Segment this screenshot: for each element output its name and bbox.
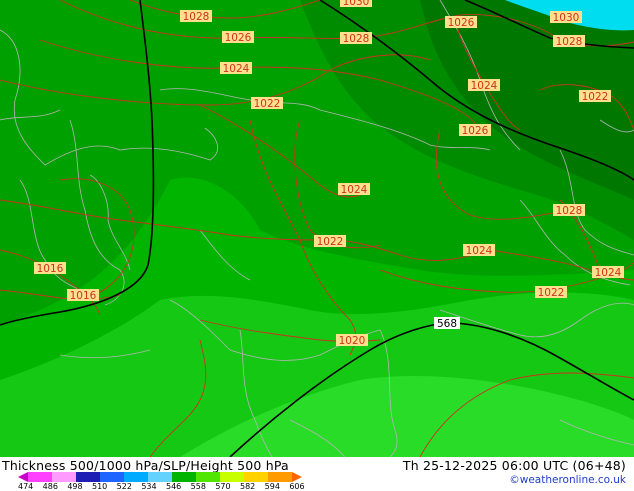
svg-text:1028: 1028 (556, 36, 583, 48)
slp-label: 1028 (180, 10, 212, 23)
svg-text:1026: 1026 (448, 17, 475, 29)
svg-text:1016: 1016 (37, 263, 64, 275)
colorbar-cell (196, 472, 221, 482)
colorbar-cell (148, 472, 173, 482)
map-title: Thickness 500/1000 hPa/SLP/Height 500 hP… (2, 458, 289, 473)
slp-label: 1028 (553, 204, 585, 217)
svg-text:1016: 1016 (70, 290, 97, 302)
slp-label: 1016 (34, 262, 66, 275)
colorbar-left-tip (18, 472, 28, 482)
slp-label: 1026 (459, 124, 491, 137)
slp-label: 1024 (220, 62, 252, 75)
svg-text:1024: 1024 (341, 184, 368, 196)
slp-label: 1022 (535, 286, 567, 299)
colorbar-cell (76, 472, 101, 482)
svg-text:1028: 1028 (343, 33, 370, 45)
svg-text:1028: 1028 (183, 11, 210, 23)
svg-text:1022: 1022 (317, 236, 344, 248)
slp-label: 1024 (592, 266, 624, 279)
svg-text:1024: 1024 (466, 245, 493, 257)
colorbar-cell (268, 472, 293, 482)
slp-label: 1022 (314, 235, 346, 248)
slp-label: 1028 (340, 32, 372, 45)
svg-text:1024: 1024 (223, 63, 250, 75)
slp-label: 1016 (67, 289, 99, 302)
svg-text:1022: 1022 (582, 91, 609, 103)
svg-text:1028: 1028 (556, 205, 583, 217)
svg-text:1026: 1026 (462, 125, 489, 137)
svg-text:1022: 1022 (538, 287, 565, 299)
colorbar-cell (124, 472, 149, 482)
thickness-colorbar (18, 472, 302, 482)
slp-label: 1028 (553, 35, 585, 48)
colorbar-cell (100, 472, 125, 482)
svg-text:1026: 1026 (225, 32, 252, 44)
slp-label: 1026 (222, 31, 254, 44)
colorbar-cell (52, 472, 77, 482)
svg-text:1030: 1030 (343, 0, 370, 8)
slp-label: 1024 (468, 79, 500, 92)
slp-label: 1022 (251, 97, 283, 110)
colorbar-cells (28, 472, 293, 482)
height-label: 568 (434, 317, 460, 330)
footer: Thickness 500/1000 hPa/SLP/Height 500 hP… (0, 457, 634, 491)
slp-label: 1020 (336, 334, 368, 347)
colorbar-right-tip (292, 472, 302, 482)
svg-text:1024: 1024 (595, 267, 622, 279)
slp-label: 1026 (445, 16, 477, 29)
svg-text:568: 568 (437, 318, 457, 330)
slp-label: 1024 (463, 244, 495, 257)
slp-label: 1030 (550, 11, 582, 24)
forecast-datetime: Th 25-12-2025 06:00 UTC (06+48) (402, 458, 626, 473)
colorbar-cell (220, 472, 245, 482)
svg-text:1030: 1030 (553, 12, 580, 24)
svg-text:1024: 1024 (471, 80, 498, 92)
slp-label: 1024 (338, 183, 370, 196)
weather-map: 1030 1028 1026 1028 1026 1024 1030 1028 … (0, 0, 634, 457)
slp-label: 1022 (579, 90, 611, 103)
colorbar-cell (28, 472, 53, 482)
colorbar-cell (172, 472, 197, 482)
svg-text:1020: 1020 (339, 335, 366, 347)
slp-label: 1030 (340, 0, 372, 8)
copyright-link[interactable]: ©weatheronline.co.uk (509, 474, 626, 486)
svg-text:1022: 1022 (254, 98, 281, 110)
colorbar-cell (244, 472, 269, 482)
